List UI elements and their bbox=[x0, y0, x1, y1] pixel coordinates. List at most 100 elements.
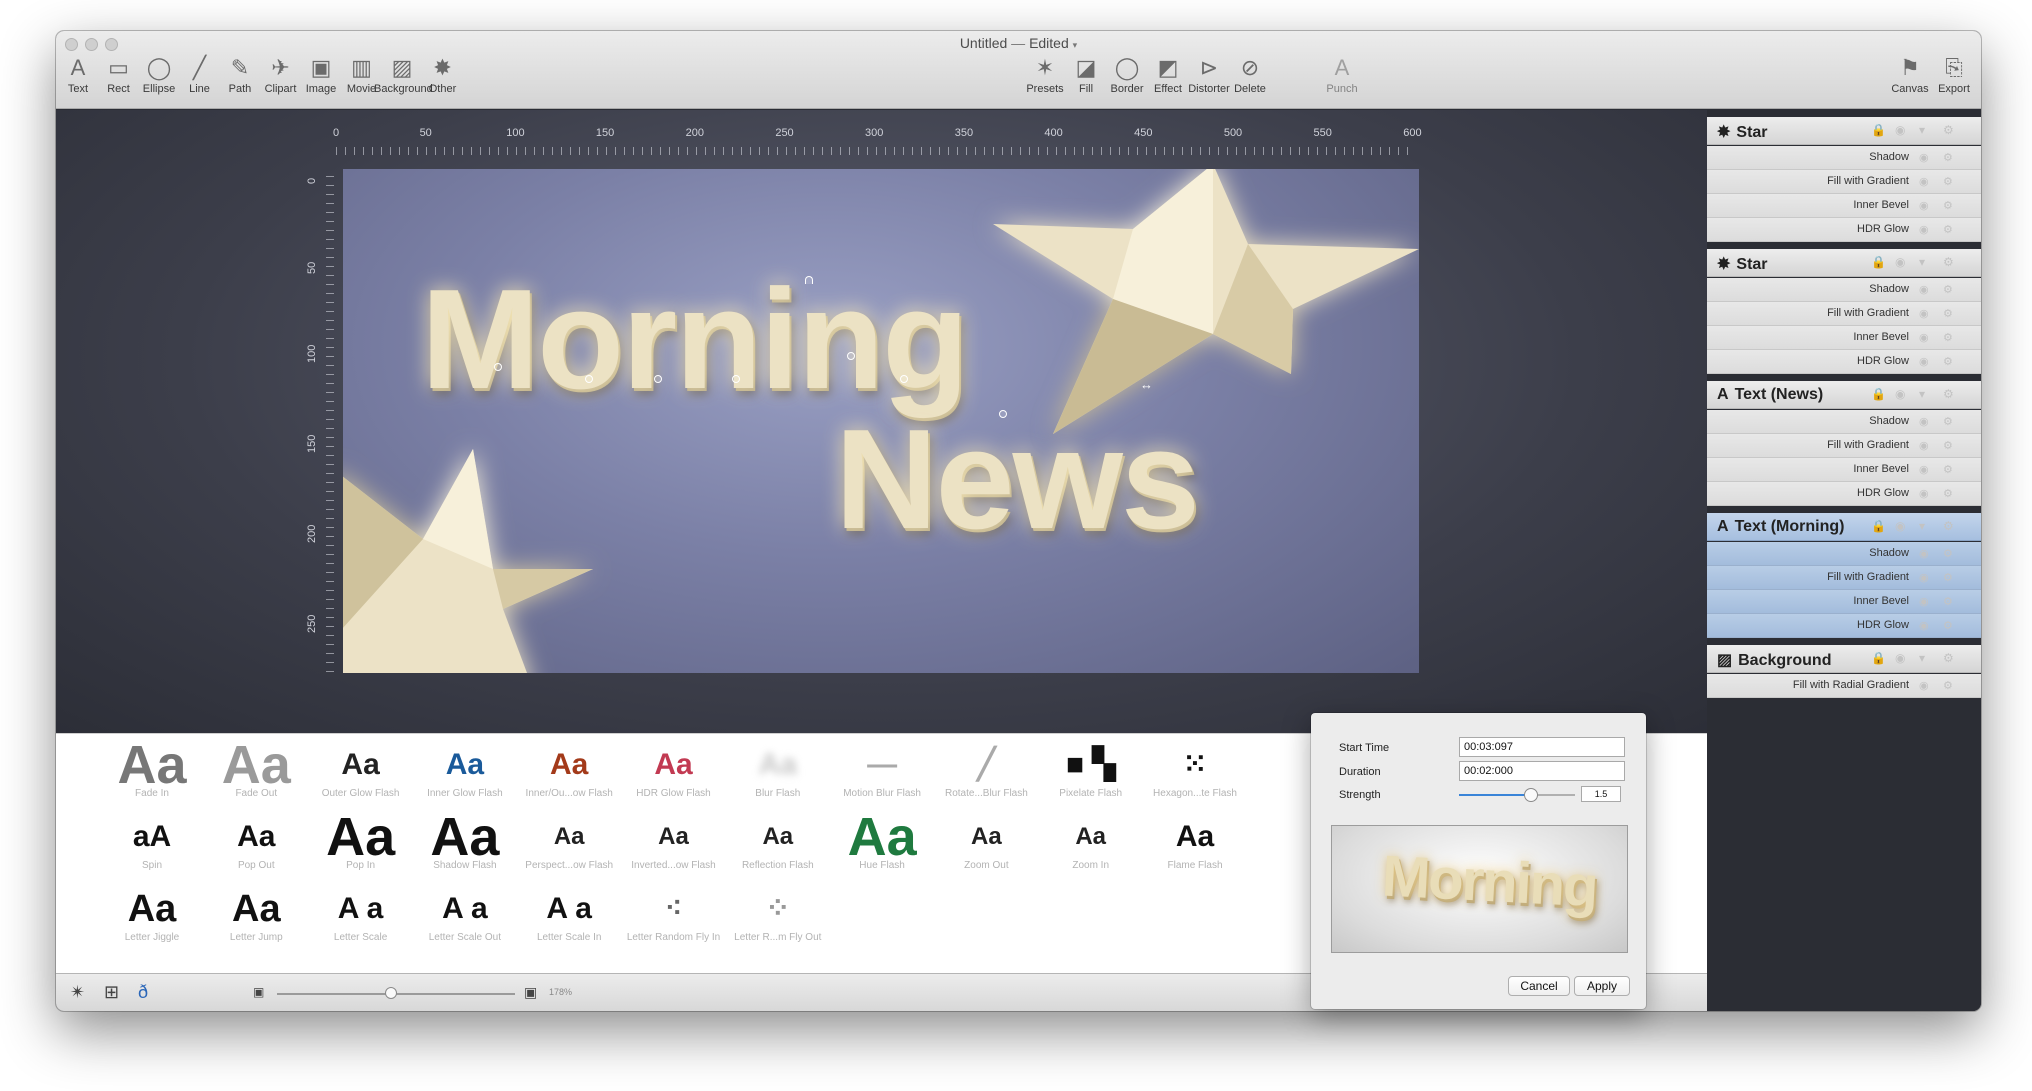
eye-icon[interactable]: ◉ bbox=[1919, 283, 1929, 296]
zoom-in-icon[interactable]: ▣ bbox=[524, 984, 537, 1001]
effect-preset[interactable]: Aa Shadow Flash bbox=[413, 810, 517, 880]
gear-icon[interactable]: ⚙ bbox=[1943, 255, 1954, 269]
eye-icon[interactable]: ◉ bbox=[1919, 439, 1929, 452]
effect-preset[interactable]: Aa Hue Flash bbox=[830, 810, 934, 880]
layer-effect-row[interactable]: Shadow ◉ ⚙ bbox=[1707, 146, 1981, 170]
disclosure-icon[interactable]: ▾ bbox=[1919, 255, 1925, 269]
timeline-icon[interactable]: ⊞ bbox=[104, 982, 119, 1003]
effect-preset[interactable]: ╱ Rotate...Blur Flash bbox=[934, 740, 1038, 808]
layer-effect-row[interactable]: Shadow ◉ ⚙ bbox=[1707, 410, 1981, 434]
gear-icon[interactable]: ⚙ bbox=[1943, 547, 1953, 560]
layer-effect-row[interactable]: Inner Bevel ◉ ⚙ bbox=[1707, 458, 1981, 482]
eye-icon[interactable]: ◉ bbox=[1895, 123, 1905, 137]
disclosure-icon[interactable]: ▾ bbox=[1919, 123, 1925, 137]
rotate-handle[interactable] bbox=[805, 276, 813, 284]
eye-icon[interactable]: ◉ bbox=[1919, 151, 1929, 164]
eye-icon[interactable]: ◉ bbox=[1919, 547, 1929, 560]
star-shape-large[interactable] bbox=[993, 169, 1419, 434]
layer-effect-row[interactable]: Fill with Gradient ◉ ⚙ bbox=[1707, 566, 1981, 590]
eye-icon[interactable]: ◉ bbox=[1919, 595, 1929, 608]
eye-icon[interactable]: ◉ bbox=[1919, 679, 1929, 692]
gear-icon[interactable]: ⚙ bbox=[1943, 123, 1954, 137]
disclosure-icon[interactable]: ▾ bbox=[1919, 651, 1925, 665]
headline-morning[interactable]: Morning bbox=[421, 265, 969, 415]
gear-icon[interactable]: ⚙ bbox=[1943, 595, 1953, 608]
gear-icon[interactable]: ⚙ bbox=[1943, 487, 1953, 500]
gear-icon[interactable]: ⚙ bbox=[1943, 223, 1953, 236]
eye-icon[interactable]: ◉ bbox=[1919, 307, 1929, 320]
layer-effect-row[interactable]: HDR Glow ◉ ⚙ bbox=[1707, 614, 1981, 638]
duration-field[interactable]: 00:02:000 bbox=[1459, 761, 1625, 781]
gear-icon[interactable]: ⚙ bbox=[1943, 175, 1953, 188]
effect-preset[interactable]: Aa Fade Out bbox=[204, 738, 308, 808]
gear-icon[interactable]: ⚙ bbox=[1943, 651, 1954, 665]
layer-effect-row[interactable]: Fill with Gradient ◉ ⚙ bbox=[1707, 434, 1981, 458]
layer-effect-row[interactable]: Fill with Gradient ◉ ⚙ bbox=[1707, 170, 1981, 194]
resize-handle[interactable]: ↔ bbox=[1140, 377, 1153, 392]
star-shape-small[interactable] bbox=[343, 449, 593, 673]
effect-preset[interactable]: Aa Zoom In bbox=[1039, 812, 1143, 880]
strength-slider-thumb[interactable] bbox=[1523, 788, 1538, 802]
lock-icon[interactable]: 🔒 bbox=[1871, 255, 1886, 269]
disclosure-icon[interactable]: ▾ bbox=[1919, 519, 1925, 533]
lock-icon[interactable]: 🔒 bbox=[1871, 387, 1886, 401]
selection-handle[interactable] bbox=[847, 352, 855, 360]
layer-effect-row[interactable]: HDR Glow ◉ ⚙ bbox=[1707, 482, 1981, 506]
gear-icon[interactable]: ⚙ bbox=[1943, 571, 1953, 584]
gear-icon[interactable]: ⚙ bbox=[1943, 331, 1953, 344]
gear-icon[interactable]: ⚙ bbox=[1943, 679, 1953, 692]
gear-icon[interactable]: ⚙ bbox=[1943, 283, 1953, 296]
effect-preset[interactable]: Aa Inner/Ou...ow Flash bbox=[517, 740, 621, 808]
gear-icon[interactable]: ⚙ bbox=[1943, 619, 1953, 632]
eye-icon[interactable]: ◉ bbox=[1919, 223, 1929, 236]
gear-icon[interactable]: ⚙ bbox=[1943, 415, 1953, 428]
eye-icon[interactable]: ◉ bbox=[1895, 651, 1905, 665]
selection-handle[interactable] bbox=[585, 375, 593, 383]
selection-handle[interactable] bbox=[494, 363, 502, 371]
layer-effect-row[interactable]: Shadow ◉ ⚙ bbox=[1707, 542, 1981, 566]
eye-icon[interactable]: ◉ bbox=[1895, 255, 1905, 269]
effect-preset[interactable]: — Motion Blur Flash bbox=[830, 740, 934, 808]
effect-preset[interactable]: Aa Pop In bbox=[309, 810, 413, 880]
gear-icon[interactable]: ⚙ bbox=[1943, 463, 1953, 476]
eye-icon[interactable]: ◉ bbox=[1919, 199, 1929, 212]
eye-icon[interactable]: ◉ bbox=[1919, 487, 1929, 500]
effect-preset[interactable]: aA Spin bbox=[100, 812, 204, 880]
effect-preset[interactable]: Aa Perspect...ow Flash bbox=[517, 812, 621, 880]
effect-preset[interactable]: Aa Letter Jiggle bbox=[100, 884, 204, 952]
effect-preset[interactable]: ⁙ Hexagon...te Flash bbox=[1143, 740, 1247, 808]
gear-icon[interactable]: ⚙ bbox=[1943, 151, 1953, 164]
effect-preset[interactable]: Aa Pop Out bbox=[204, 812, 308, 880]
eye-icon[interactable]: ◉ bbox=[1919, 415, 1929, 428]
zoom-out-icon[interactable]: ▣ bbox=[253, 985, 264, 999]
window-title[interactable]: Untitled — Edited ▾ bbox=[56, 35, 1981, 51]
lock-icon[interactable]: 🔒 bbox=[1871, 651, 1886, 665]
apply-button[interactable]: Apply bbox=[1574, 976, 1630, 996]
gear-icon[interactable]: ⚙ bbox=[1943, 199, 1953, 212]
effect-preset[interactable]: Aa Flame Flash bbox=[1143, 812, 1247, 880]
eye-icon[interactable]: ◉ bbox=[1895, 387, 1905, 401]
layer-effect-row[interactable]: Shadow ◉ ⚙ bbox=[1707, 278, 1981, 302]
eye-icon[interactable]: ◉ bbox=[1895, 519, 1905, 533]
layer-header[interactable]: A Text (Morning) 🔒 ◉ ▾ ⚙ bbox=[1707, 513, 1981, 541]
effect-preset[interactable]: Aa Zoom Out bbox=[934, 812, 1038, 880]
delete-tool-button[interactable]: ⊘ Delete bbox=[1222, 53, 1278, 105]
layer-effect-row[interactable]: Inner Bevel ◉ ⚙ bbox=[1707, 194, 1981, 218]
effect-preset[interactable]: Aa Inner Glow Flash bbox=[413, 740, 517, 808]
gear-icon[interactable]: ⚙ bbox=[1943, 387, 1954, 401]
effect-preset[interactable]: A a Letter Scale In bbox=[517, 884, 621, 952]
effect-preset[interactable]: ⁖ Letter Random Fly In bbox=[622, 884, 726, 952]
eye-icon[interactable]: ◉ bbox=[1919, 331, 1929, 344]
selection-handle[interactable] bbox=[654, 375, 662, 383]
layer-header[interactable]: ▨ Background 🔒 ◉ ▾ ⚙ bbox=[1707, 645, 1981, 673]
strength-value-field[interactable]: 1.5 bbox=[1581, 786, 1621, 802]
layer-header[interactable]: A Text (News) 🔒 ◉ ▾ ⚙ bbox=[1707, 381, 1981, 409]
eye-icon[interactable]: ◉ bbox=[1919, 463, 1929, 476]
export-tool-button[interactable]: ⎘ Export bbox=[1926, 53, 1981, 105]
selection-handle[interactable] bbox=[900, 375, 908, 383]
magic-wand-icon[interactable]: ✴ bbox=[70, 982, 85, 1003]
layer-effect-row[interactable]: Fill with Radial Gradient ◉ ⚙ bbox=[1707, 674, 1981, 698]
layer-header[interactable]: ✸ Star 🔒 ◉ ▾ ⚙ bbox=[1707, 249, 1981, 277]
layer-effect-row[interactable]: HDR Glow ◉ ⚙ bbox=[1707, 218, 1981, 242]
eye-icon[interactable]: ◉ bbox=[1919, 619, 1929, 632]
